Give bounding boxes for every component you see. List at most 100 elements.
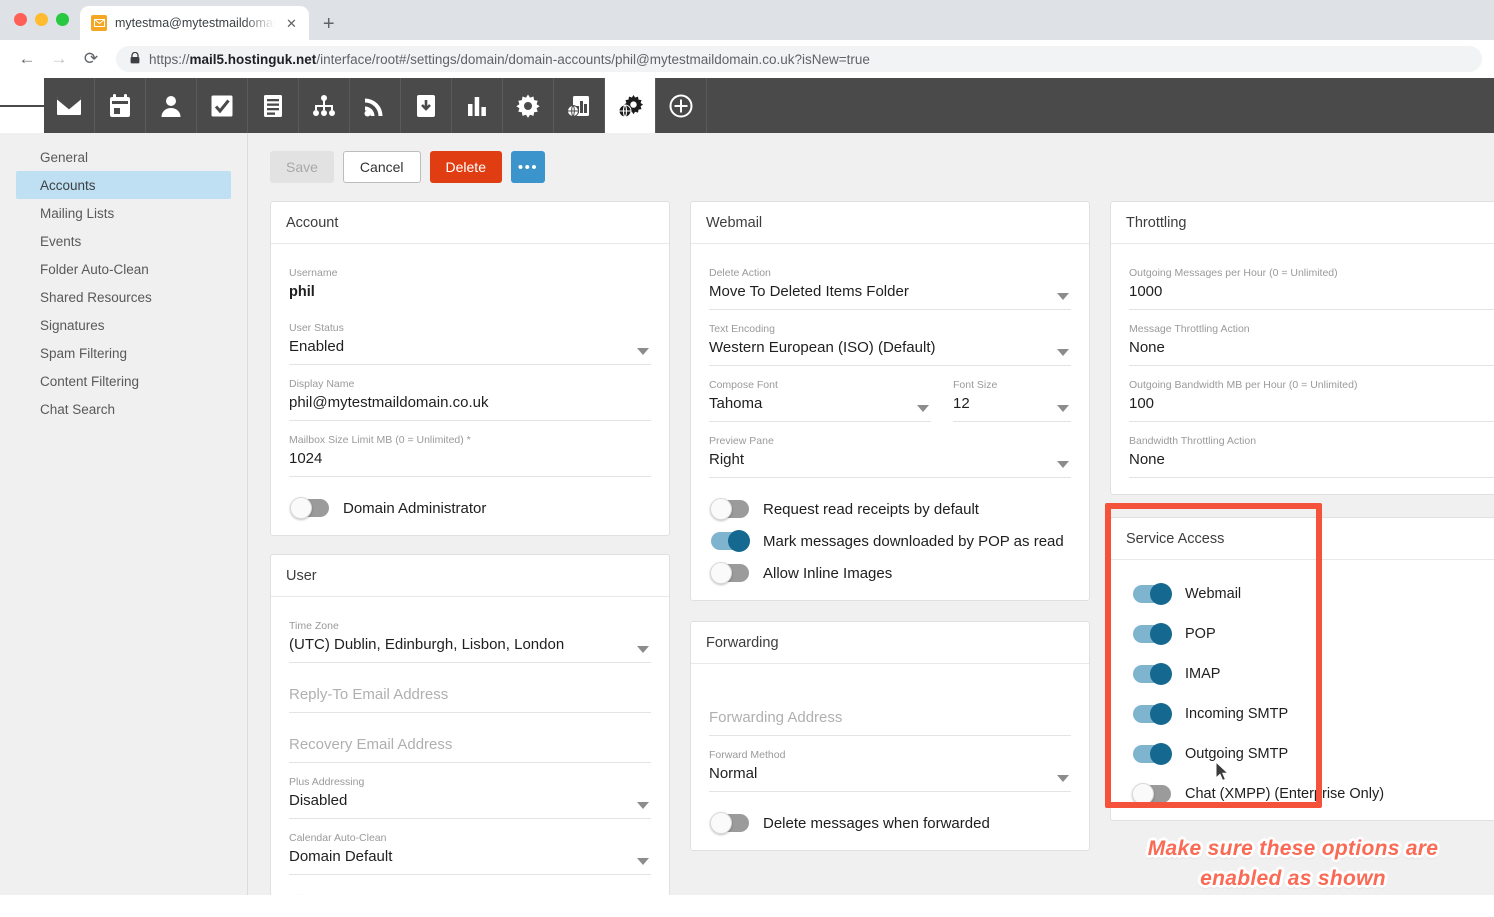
sidebar-item-mailing-lists[interactable]: Mailing Lists <box>16 199 231 227</box>
tasks-icon[interactable] <box>197 78 248 133</box>
sidebar-item-signatures[interactable]: Signatures <box>16 311 231 339</box>
domain-administrator-toggle[interactable] <box>290 497 329 519</box>
outgoing-bandwidth-input[interactable]: Outgoing Bandwidth MB per Hour (0 = Unli… <box>1129 366 1494 422</box>
mark-pop-as-read-toggle[interactable] <box>711 530 750 552</box>
service-pop-label: POP <box>1185 626 1216 642</box>
forwarding-address-placeholder: Forwarding Address <box>709 709 843 726</box>
cancel-button[interactable]: Cancel <box>342 151 421 183</box>
user-card: User Time Zone (UTC) Dublin, Edinburgh, … <box>270 554 670 895</box>
mail-icon[interactable] <box>44 78 95 133</box>
add-icon[interactable] <box>656 78 707 133</box>
allow-inline-images-toggle[interactable] <box>710 562 749 584</box>
reply-to-email-input[interactable]: Reply-To Email Address <box>289 663 651 713</box>
text-encoding-select[interactable]: Text Encoding Western European (ISO) (De… <box>709 310 1071 366</box>
minimize-window-button[interactable] <box>35 13 48 26</box>
service-webmail-toggle[interactable] <box>1133 583 1172 605</box>
domain-reports-icon[interactable] <box>554 78 605 133</box>
domain-administrator-row[interactable]: Domain Administrator <box>289 477 651 519</box>
close-tab-icon[interactable]: ✕ <box>283 15 300 32</box>
chevron-down-icon <box>1057 293 1069 300</box>
service-webmail-row[interactable]: Webmail <box>1133 574 1494 614</box>
maximize-window-button[interactable] <box>56 13 69 26</box>
recovery-email-input[interactable]: Recovery Email Address <box>289 713 651 763</box>
sitemap-icon[interactable] <box>299 78 350 133</box>
forward-method-select[interactable]: Forward Method Normal <box>709 736 1071 792</box>
forwarding-address-input[interactable]: Forwarding Address <box>709 674 1071 736</box>
username-field[interactable]: Username phil <box>289 254 651 309</box>
url-host: mail5.hostinguk.net <box>189 51 317 67</box>
disable-password-changes-row[interactable]: Disable password changes <box>289 875 651 895</box>
sidebar-item-content-filtering[interactable]: Content Filtering <box>16 367 231 395</box>
mailbox-size-limit-input[interactable]: Mailbox Size Limit MB (0 = Unlimited) * … <box>289 421 651 477</box>
notes-icon[interactable] <box>248 78 299 133</box>
delete-action-value: Move To Deleted Items Folder <box>709 283 909 300</box>
omnibox-bar: ← → ⟳ https://mail5.hostinguk.net/interf… <box>0 40 1494 78</box>
mark-pop-as-read-row[interactable]: Mark messages downloaded by POP as read <box>709 520 1071 552</box>
service-outgoing-smtp-toggle[interactable] <box>1133 743 1172 765</box>
compose-font-label: Compose Font <box>709 379 778 391</box>
sidebar-item-chat-search[interactable]: Chat Search <box>16 395 231 423</box>
save-button[interactable]: Save <box>270 151 334 183</box>
plus-addressing-select[interactable]: Plus Addressing Disabled <box>289 763 651 819</box>
delete-button[interactable]: Delete <box>429 151 502 183</box>
reports-icon[interactable] <box>452 78 503 133</box>
sidebar-item-folder-auto-clean[interactable]: Folder Auto-Clean <box>16 255 231 283</box>
sidebar-item-accounts[interactable]: Accounts <box>16 171 231 199</box>
font-size-select[interactable]: Font Size 12 <box>953 366 1071 422</box>
browser-tab[interactable]: mytestma@mytestmaildomain.c ✕ <box>80 6 309 40</box>
back-icon[interactable]: ← <box>12 44 42 74</box>
reload-icon[interactable]: ⟳ <box>76 44 106 74</box>
sidebar-item-spam-filtering[interactable]: Spam Filtering <box>16 339 231 367</box>
url-path: /interface/root#/settings/domain/domain-… <box>316 51 870 67</box>
allow-inline-images-row[interactable]: Allow Inline Images <box>709 552 1071 584</box>
service-imap-row[interactable]: IMAP <box>1133 654 1494 694</box>
service-chat-xmpp-row[interactable]: Chat (XMPP) (Enterprise Only) <box>1132 774 1494 814</box>
service-outgoing-smtp-row[interactable]: Outgoing SMTP <box>1133 734 1494 774</box>
delete-when-forwarded-row[interactable]: Delete messages when forwarded <box>709 792 1071 834</box>
compose-font-select[interactable]: Compose Font Tahoma <box>709 366 931 422</box>
domain-settings-icon[interactable] <box>605 78 656 133</box>
user-status-label: User Status <box>289 322 344 334</box>
request-read-receipts-toggle[interactable] <box>710 498 749 520</box>
chevron-down-icon <box>637 646 649 653</box>
more-actions-button[interactable]: ••• <box>510 151 545 183</box>
settings-columns: Account Username phil User Status Enable… <box>248 183 1494 895</box>
text-encoding-label: Text Encoding <box>709 323 775 335</box>
delete-when-forwarded-toggle[interactable] <box>710 812 749 834</box>
sidebar-item-shared-resources[interactable]: Shared Resources <box>16 283 231 311</box>
file-storage-icon[interactable] <box>401 78 452 133</box>
settings-gear-icon[interactable] <box>503 78 554 133</box>
request-read-receipts-row[interactable]: Request read receipts by default <box>709 478 1071 520</box>
user-card-title: User <box>271 555 669 597</box>
mailbox-size-limit-value: 1024 <box>289 450 323 467</box>
delete-action-select[interactable]: Delete Action Move To Deleted Items Fold… <box>709 254 1071 310</box>
rss-feeds-icon[interactable] <box>350 78 401 133</box>
hamburger-menu-icon[interactable] <box>0 78 45 133</box>
calendar-icon[interactable] <box>95 78 146 133</box>
throttling-card-body: Outgoing Messages per Hour (0 = Unlimite… <box>1111 244 1494 494</box>
bandwidth-throttling-action-select[interactable]: Bandwidth Throttling Action None <box>1129 422 1494 478</box>
user-status-select[interactable]: User Status Enabled <box>289 309 651 365</box>
service-incoming-smtp-label: Incoming SMTP <box>1185 706 1289 722</box>
new-tab-button[interactable]: + <box>323 14 335 40</box>
service-imap-toggle[interactable] <box>1133 663 1172 685</box>
contacts-icon[interactable] <box>146 78 197 133</box>
mouse-cursor <box>1215 761 1230 782</box>
close-window-button[interactable] <box>14 13 27 26</box>
outgoing-messages-input[interactable]: Outgoing Messages per Hour (0 = Unlimite… <box>1129 254 1494 310</box>
calendar-auto-clean-select[interactable]: Calendar Auto-Clean Domain Default <box>289 819 651 875</box>
message-throttling-action-select[interactable]: Message Throttling Action None <box>1129 310 1494 366</box>
forward-icon[interactable]: → <box>44 44 74 74</box>
preview-pane-select[interactable]: Preview Pane Right <box>709 422 1071 478</box>
plus-addressing-label: Plus Addressing <box>289 776 365 788</box>
service-incoming-smtp-toggle[interactable] <box>1133 703 1172 725</box>
display-name-input[interactable]: Display Name phil@mytestmaildomain.co.uk <box>289 365 651 421</box>
time-zone-select[interactable]: Time Zone (UTC) Dublin, Edinburgh, Lisbo… <box>289 607 651 663</box>
service-incoming-smtp-row[interactable]: Incoming SMTP <box>1133 694 1494 734</box>
sidebar-item-events[interactable]: Events <box>16 227 231 255</box>
sidebar-item-general[interactable]: General <box>16 143 231 171</box>
service-pop-toggle[interactable] <box>1133 623 1172 645</box>
service-chat-xmpp-toggle[interactable] <box>1132 783 1171 805</box>
service-pop-row[interactable]: POP <box>1133 614 1494 654</box>
address-bar[interactable]: https://mail5.hostinguk.net/interface/ro… <box>116 46 1482 72</box>
